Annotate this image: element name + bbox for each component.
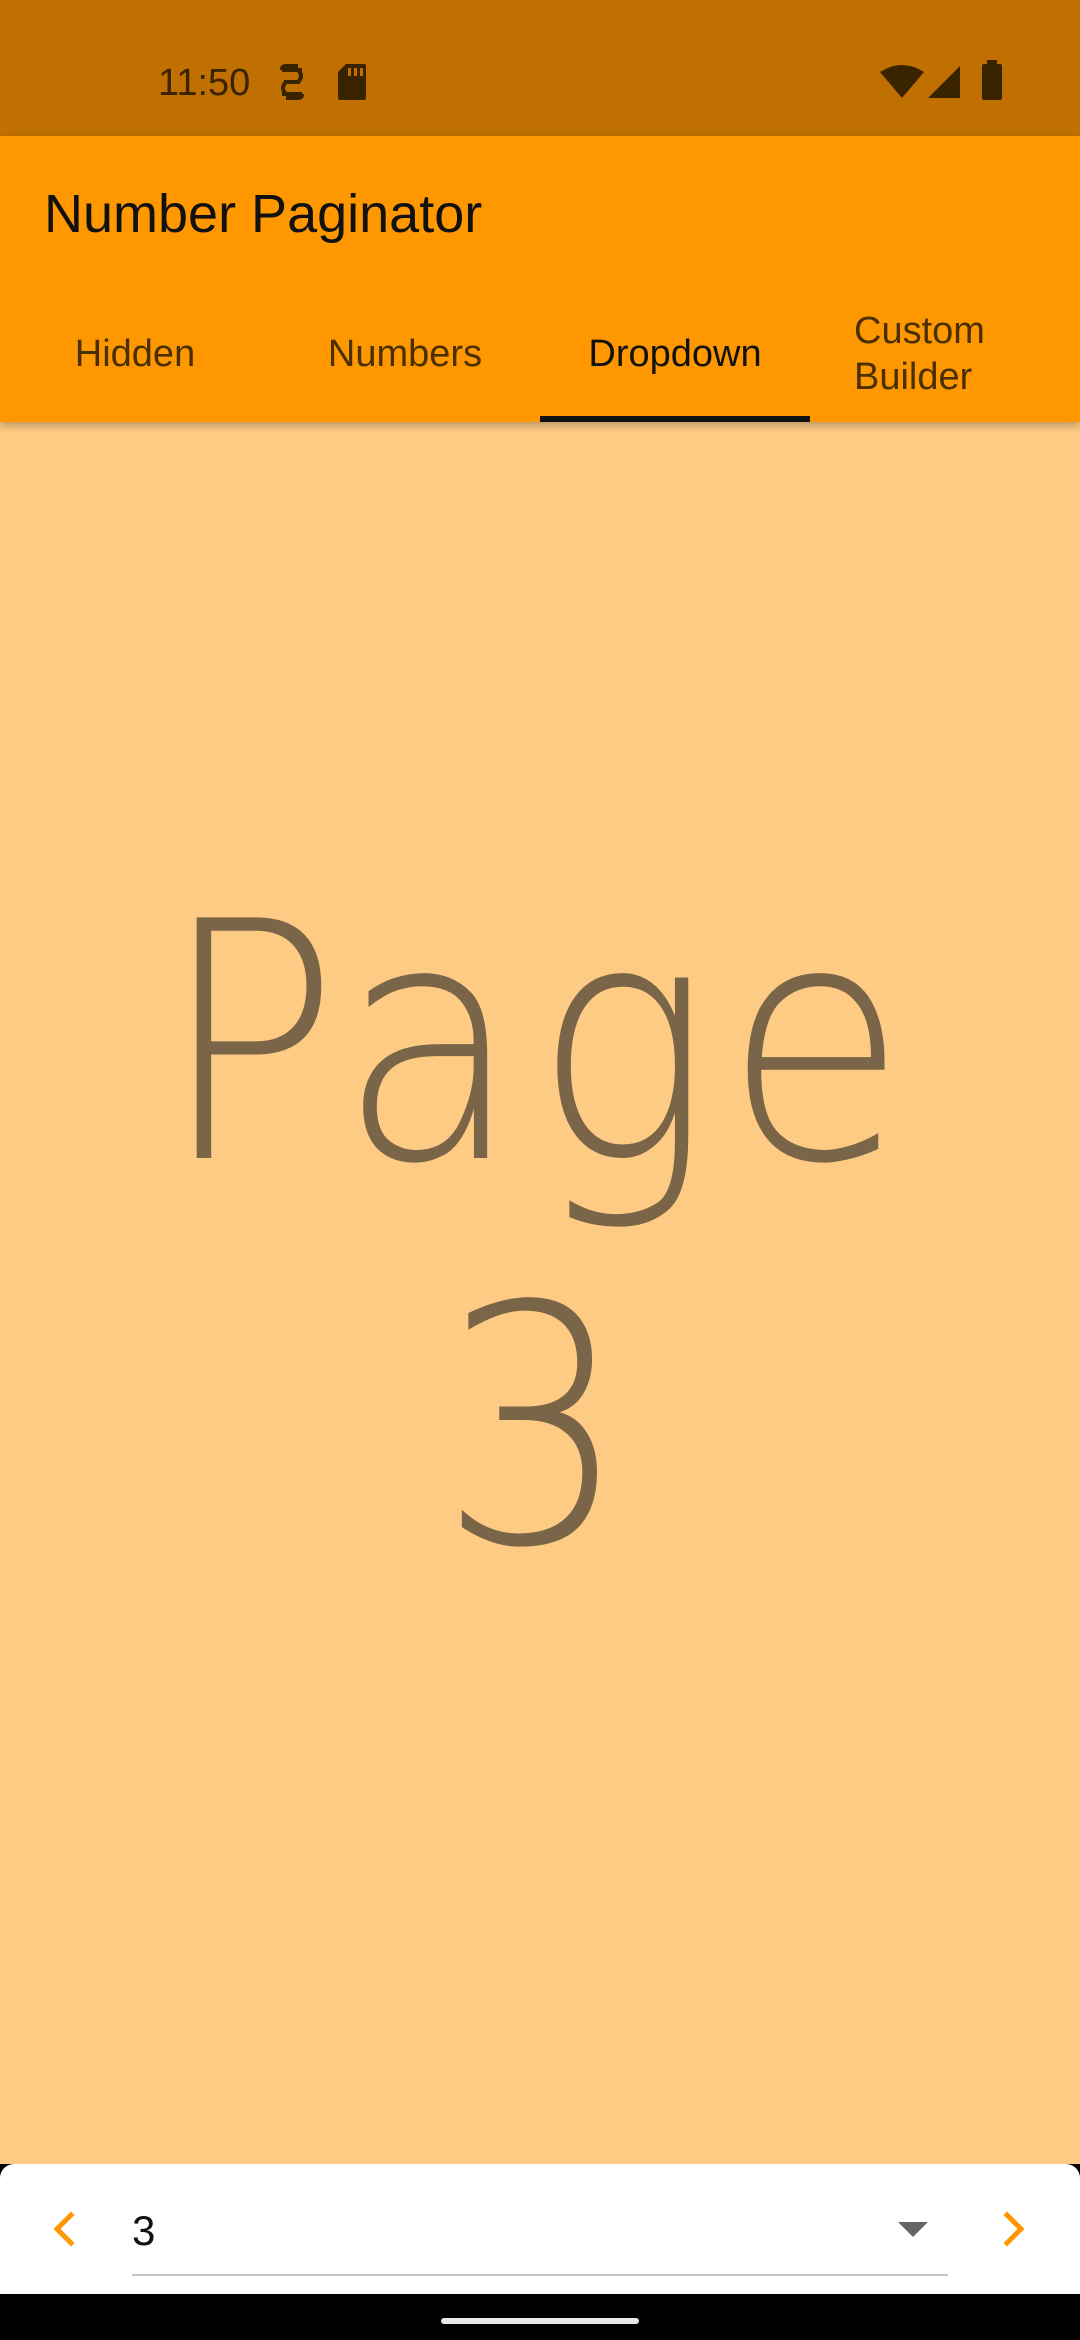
tab-numbers[interactable]: Numbers	[270, 286, 540, 422]
page-dropdown[interactable]: 3	[132, 2184, 948, 2276]
app-bar: Number Paginator Hidden Numbers Dropdown…	[0, 136, 1080, 422]
chevron-left-icon	[53, 2211, 75, 2247]
arrow-drop-down-icon	[898, 2222, 928, 2243]
tab-bar: Hidden Numbers Dropdown Custom Builder	[0, 286, 1080, 422]
app-title: Number Paginator	[44, 184, 483, 244]
page-content: Page 3	[0, 422, 1080, 2164]
page-label-text: Page 3	[160, 852, 920, 1620]
number-paginator: 3	[0, 2164, 1080, 2294]
wifi-icon	[880, 64, 924, 100]
sd-card-icon	[336, 62, 368, 102]
page-label: Page 3	[0, 852, 1080, 1620]
system-nav-bar	[0, 2294, 1080, 2340]
sync-icon	[276, 62, 308, 102]
signal-icon	[926, 64, 962, 100]
chevron-right-icon	[1003, 2211, 1025, 2247]
tab-custom-builder[interactable]: Custom Builder	[810, 286, 1080, 422]
battery-icon	[980, 60, 1004, 100]
page-dropdown-value: 3	[132, 2207, 156, 2254]
status-bar: 11:50	[0, 0, 1080, 136]
tab-hidden[interactable]: Hidden	[0, 286, 270, 422]
tab-dropdown[interactable]: Dropdown	[540, 286, 810, 422]
next-page-button[interactable]	[980, 2196, 1046, 2262]
status-time: 11:50	[158, 62, 251, 104]
prev-page-button[interactable]	[32, 2196, 98, 2262]
home-handle[interactable]	[441, 2318, 639, 2324]
